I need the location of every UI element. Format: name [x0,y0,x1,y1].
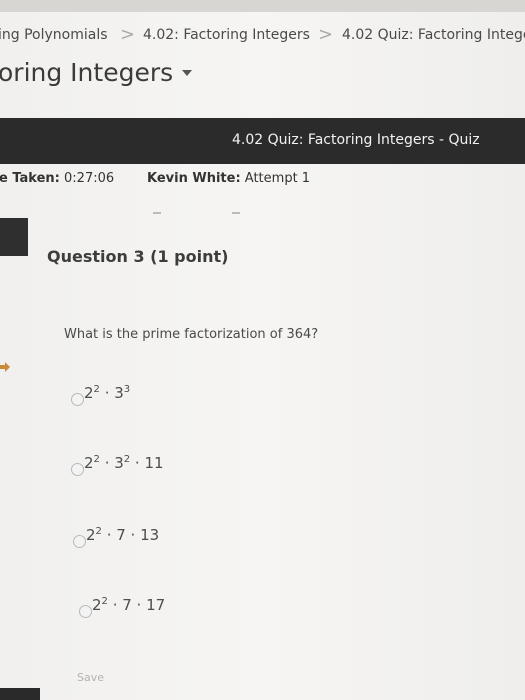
factor-base: 2 [84,454,94,472]
answer-label: 22 · 7 · 17 [92,596,165,614]
factor-base: 7 [122,596,132,614]
radio-button[interactable] [79,605,92,618]
top-strip [0,0,525,12]
breadcrumb-chevron-icon: > [318,24,334,45]
user-name: Kevin White: [147,171,241,186]
answer-option[interactable]: 22 · 7 · 13 [73,526,213,552]
quiz-header-bar: 4.02 Quiz: Factoring Integers - Quiz [0,118,525,164]
time-taken-value: 0:27:06 [64,171,115,186]
attempt-owner: Kevin White: Attempt 1 [147,171,310,186]
time-taken: e Taken: 0:27:06 [0,171,114,186]
factor-base: 17 [146,596,166,614]
attempt-label: Attempt 1 [244,171,311,186]
factor-base: 13 [140,526,160,544]
breadcrumb-item-polynomials[interactable]: ing Polynomials [0,27,108,43]
answer-option[interactable]: 22 · 32 · 11 [71,454,211,480]
multiply-dot: · [130,454,145,472]
question-prompt: What is the prime factorization of 364? [64,327,319,342]
arrow-right-icon[interactable] [0,360,10,374]
answer-label: 22 · 32 · 11 [84,454,164,472]
factor-base: 7 [116,526,126,544]
divider-mark [153,212,161,214]
radio-button[interactable] [73,535,86,548]
breadcrumb-item-quiz[interactable]: 4.02 Quiz: Factoring Integer [342,27,525,43]
factor-base: 3 [114,454,124,472]
answer-label: 22 · 33 [84,384,130,402]
breadcrumb: ing Polynomials > 4.02: Factoring Intege… [0,24,525,48]
save-button[interactable]: Save [77,671,104,684]
multiply-dot: · [99,384,115,402]
multiply-dot: · [131,596,147,614]
bottom-panel-tab[interactable] [0,688,40,700]
factor-base: 2 [84,384,94,402]
time-taken-label: e Taken: [0,171,60,186]
breadcrumb-chevron-icon: > [120,24,136,45]
radio-button[interactable] [71,393,84,406]
multiply-dot: · [125,526,141,544]
answer-option[interactable]: 22 · 33 [71,384,191,410]
quiz-title: 4.02 Quiz: Factoring Integers - Quiz [232,132,480,148]
page-title: oring Integers [0,58,174,87]
caret-down-icon[interactable] [182,70,192,76]
multiply-dot: · [107,596,123,614]
breadcrumb-item-factoring-integers[interactable]: 4.02: Factoring Integers [143,27,310,43]
multiply-dot: · [101,526,117,544]
factor-base: 3 [114,384,124,402]
question-title: Question 3 (1 point) [47,247,229,266]
attempt-info: e Taken: 0:27:06 Kevin White: Attempt 1 [0,171,525,193]
side-panel-tab[interactable] [0,218,28,256]
factor-base: 2 [86,526,96,544]
answer-label: 22 · 7 · 13 [86,526,159,544]
multiply-dot: · [99,454,115,472]
factor-base: 2 [92,596,102,614]
radio-button[interactable] [71,463,84,476]
answer-option[interactable]: 22 · 7 · 17 [79,596,219,622]
divider-mark [232,212,240,214]
factor-exponent: 3 [123,384,131,395]
factor-base: 11 [144,454,164,472]
